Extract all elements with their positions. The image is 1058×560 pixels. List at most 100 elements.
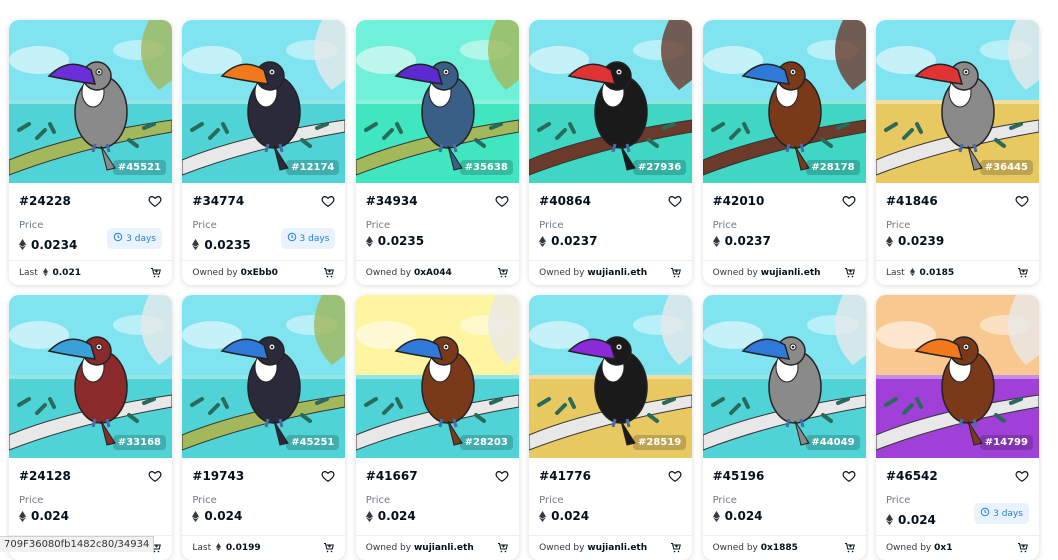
card-footer: Owned by 0xA044 (355, 260, 519, 285)
eth-icon (42, 268, 48, 276)
nft-name: #34934 (365, 194, 418, 208)
price-value: 0.0239 (886, 234, 944, 248)
price-label: Price (712, 220, 737, 231)
heart-icon[interactable] (148, 469, 162, 483)
price-value: 0.024 (192, 509, 242, 523)
add-to-cart-icon[interactable] (844, 542, 856, 554)
heart-icon[interactable] (1015, 194, 1029, 208)
card-footer: Owned by 0x1 (875, 535, 1039, 560)
add-to-cart-icon[interactable] (150, 267, 162, 279)
eth-icon (192, 510, 200, 522)
add-to-cart-icon[interactable] (497, 267, 509, 279)
heart-icon[interactable] (842, 194, 856, 208)
price-amount: 0.0237 (551, 234, 598, 248)
footer-info: Last 0.0185 (886, 268, 954, 278)
price-value: 0.024 (19, 509, 69, 523)
nft-image[interactable]: #35638 (355, 20, 519, 183)
nft-image[interactable]: #14799 (875, 295, 1039, 458)
price-label: Price (712, 495, 737, 506)
nft-card[interactable]: #14799 #46542 Price 0.024 3 days Owned b… (875, 295, 1039, 560)
token-serial-badge: #45521 (112, 160, 166, 175)
price-value: 0.0237 (539, 234, 597, 248)
price-value: 0.024 (539, 509, 589, 523)
add-to-cart-icon[interactable] (323, 267, 335, 279)
eth-icon (19, 510, 26, 522)
add-to-cart-icon[interactable] (670, 542, 682, 554)
nft-card[interactable]: #28203 #41667 Price 0.024 Owned by wujia… (355, 295, 519, 560)
nft-name: #19743 (192, 469, 245, 483)
price-amount: 0.024 (204, 509, 243, 523)
footer-value: 0.0185 (919, 268, 955, 278)
nft-image[interactable]: #28178 (702, 20, 866, 183)
price-amount: 0.024 (724, 509, 763, 523)
footer-value: 0xEbb0 (240, 268, 278, 278)
nft-card[interactable]: #44049 #45196 Price 0.024 Owned by 0x188… (702, 295, 866, 560)
add-to-cart-icon[interactable] (323, 542, 335, 554)
add-to-cart-icon[interactable] (1017, 267, 1029, 279)
nft-image[interactable]: #28203 (355, 295, 519, 458)
eth-icon (365, 510, 373, 522)
footer-prefix: Last (885, 268, 905, 278)
heart-icon[interactable] (321, 469, 335, 483)
time-left-badge: 3 days (280, 228, 336, 249)
nft-image[interactable]: #27936 (529, 20, 693, 183)
heart-icon[interactable] (321, 194, 335, 208)
add-to-cart-icon[interactable] (670, 267, 682, 279)
heart-icon[interactable] (1015, 469, 1029, 483)
nft-card[interactable]: #28519 #41776 Price 0.024 Owned by wujia… (529, 295, 693, 560)
nft-image[interactable]: #12174 (182, 20, 346, 183)
footer-info: Owned by 0xA044 (366, 268, 452, 278)
price-amount: 0.024 (31, 509, 69, 523)
footer-value: wujianli.eth (760, 268, 821, 278)
heart-icon[interactable] (842, 469, 856, 483)
nft-card[interactable]: #27936 #40864 Price 0.0237 Owned by wuji… (529, 20, 693, 285)
nft-card[interactable]: #28178 #42010 Price 0.0237 Owned by wuji… (702, 20, 866, 285)
nft-image[interactable]: #36445 (875, 20, 1039, 183)
price-label: Price (365, 220, 391, 231)
nft-card[interactable]: #35638 #34934 Price 0.0235 Owned by 0xA0… (355, 20, 519, 285)
token-serial-badge: #27936 (633, 160, 687, 175)
nft-image[interactable]: #45521 (9, 20, 172, 183)
card-footer: Owned by wujianli.eth (529, 535, 693, 560)
clock-icon (980, 507, 990, 520)
footer-prefix: Owned by (539, 268, 585, 278)
eth-icon (539, 510, 547, 522)
eth-icon (539, 235, 547, 247)
nft-image[interactable]: #45251 (182, 295, 346, 458)
price-value: 0.0234 (19, 238, 77, 252)
footer-prefix: Last (19, 268, 38, 278)
nft-image[interactable]: #28519 (529, 295, 693, 458)
nft-card[interactable]: #45521 #24228 Price 0.0234 3 days Last 0… (9, 20, 172, 285)
clock-icon (113, 232, 123, 245)
price-amount: 0.024 (897, 512, 936, 527)
price-label: Price (365, 495, 391, 506)
price-amount: 0.0234 (31, 237, 78, 252)
nft-card[interactable]: #36445 #41846 Price 0.0239 Last 0.0185 (875, 20, 1039, 285)
nft-card[interactable]: #33168 #24128 Price 0.024 Last 0.0179 (9, 295, 172, 560)
add-to-cart-icon[interactable] (497, 542, 509, 554)
nft-name: #41846 (885, 194, 938, 208)
nft-grid: #45521 #24228 Price 0.0234 3 days Last 0… (9, 20, 1039, 560)
nft-card[interactable]: #45251 #19743 Price 0.024 Last 0.0199 (182, 295, 346, 560)
nft-image[interactable]: #44049 (702, 295, 866, 458)
token-serial-badge: #36445 (979, 160, 1033, 175)
heart-icon[interactable] (495, 194, 509, 208)
token-serial-badge: #44049 (806, 435, 860, 450)
token-serial-badge: #28178 (806, 160, 860, 175)
footer-info: Owned by 0xEbb0 (192, 268, 278, 278)
eth-icon (216, 543, 222, 551)
heart-icon[interactable] (148, 194, 162, 208)
clock-icon (287, 232, 297, 245)
footer-value: wujianli.eth (587, 268, 648, 278)
nft-name: #24228 (19, 194, 71, 208)
heart-icon[interactable] (668, 194, 682, 208)
nft-image[interactable]: #33168 (9, 295, 172, 458)
heart-icon[interactable] (668, 469, 682, 483)
price-amount: 0.024 (551, 509, 590, 523)
add-to-cart-icon[interactable] (844, 267, 856, 279)
price-amount: 0.0237 (724, 234, 771, 248)
nft-card[interactable]: #12174 #34774 Price 0.0235 3 days Owned … (182, 20, 346, 285)
add-to-cart-icon[interactable] (1017, 542, 1029, 554)
footer-value: 0xA044 (413, 268, 452, 278)
heart-icon[interactable] (495, 469, 509, 483)
